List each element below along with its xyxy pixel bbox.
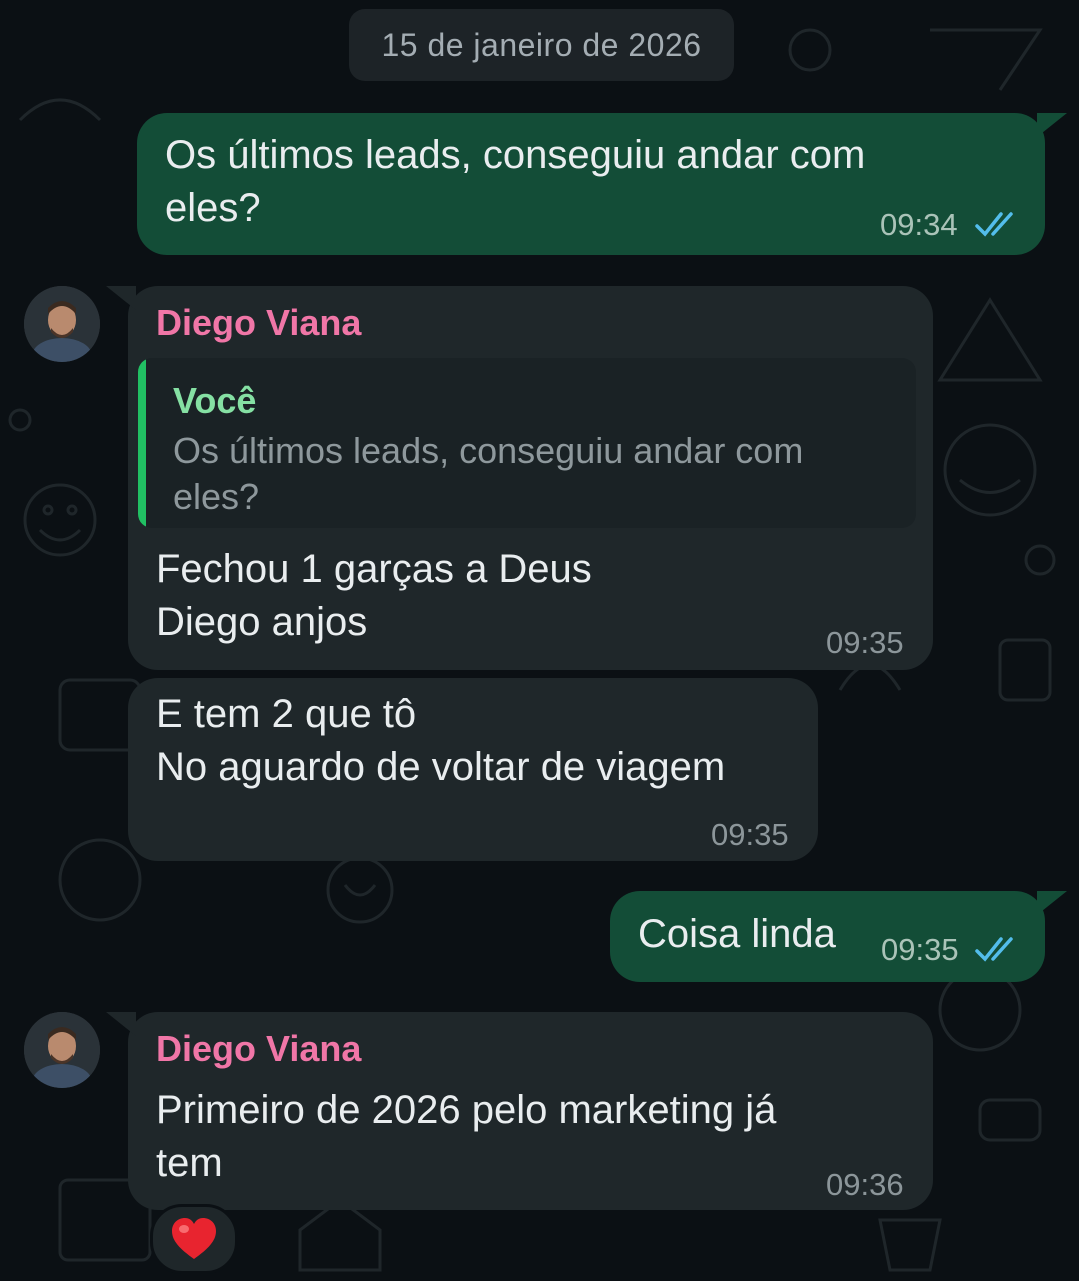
message-time: 09:36 (826, 1167, 904, 1202)
message-text: Primeiro de 2026 pelo marketing já tem (156, 1088, 777, 1185)
message-text: Os últimos leads, conseguiu andar com el… (165, 133, 866, 230)
message-time: 09:35 (711, 817, 789, 852)
sender-name[interactable]: Diego Viana (156, 1028, 361, 1070)
bubble-tail (1037, 113, 1067, 137)
date-separator-label: 15 de janeiro de 2026 (381, 26, 702, 63)
date-separator: 15 de janeiro de 2026 (349, 9, 734, 81)
quote-bar (138, 358, 146, 528)
read-ticks-icon (975, 937, 1013, 962)
message-text: E tem 2 que tô No aguardo de voltar de v… (156, 692, 726, 789)
sender-name[interactable]: Diego Viana (156, 302, 361, 344)
heart-emoji-icon (172, 1218, 216, 1259)
avatar[interactable] (24, 286, 100, 362)
bubble-tail (106, 286, 136, 310)
message-text: Coisa linda (638, 912, 836, 956)
message-time: 09:35 (826, 625, 904, 660)
message-time: 09:35 (881, 932, 959, 967)
bubble-tail (106, 1012, 136, 1036)
message-incoming[interactable]: Diego Viana Primeiro de 2026 pelo market… (106, 1012, 933, 1210)
avatar[interactable] (24, 1012, 100, 1088)
bubble-tail (1037, 891, 1067, 915)
message-outgoing[interactable]: Coisa linda 09:35 (610, 891, 1067, 982)
message-outgoing[interactable]: Os últimos leads, conseguiu andar com el… (137, 113, 1067, 255)
quote-author: Você (173, 380, 257, 421)
read-ticks-icon (975, 212, 1013, 237)
message-incoming[interactable]: E tem 2 que tô No aguardo de voltar de v… (128, 678, 818, 861)
message-incoming[interactable]: Diego Viana Você Os últimos leads, conse… (106, 286, 933, 670)
quoted-message[interactable]: Você Os últimos leads, conseguiu andar c… (138, 358, 916, 528)
message-time: 09:34 (880, 207, 958, 242)
message-text: Fechou 1 garças a Deus Diego anjos (156, 547, 592, 644)
reaction-badge[interactable] (150, 1204, 238, 1274)
quote-text: Os últimos leads, conseguiu andar com el… (173, 430, 804, 517)
